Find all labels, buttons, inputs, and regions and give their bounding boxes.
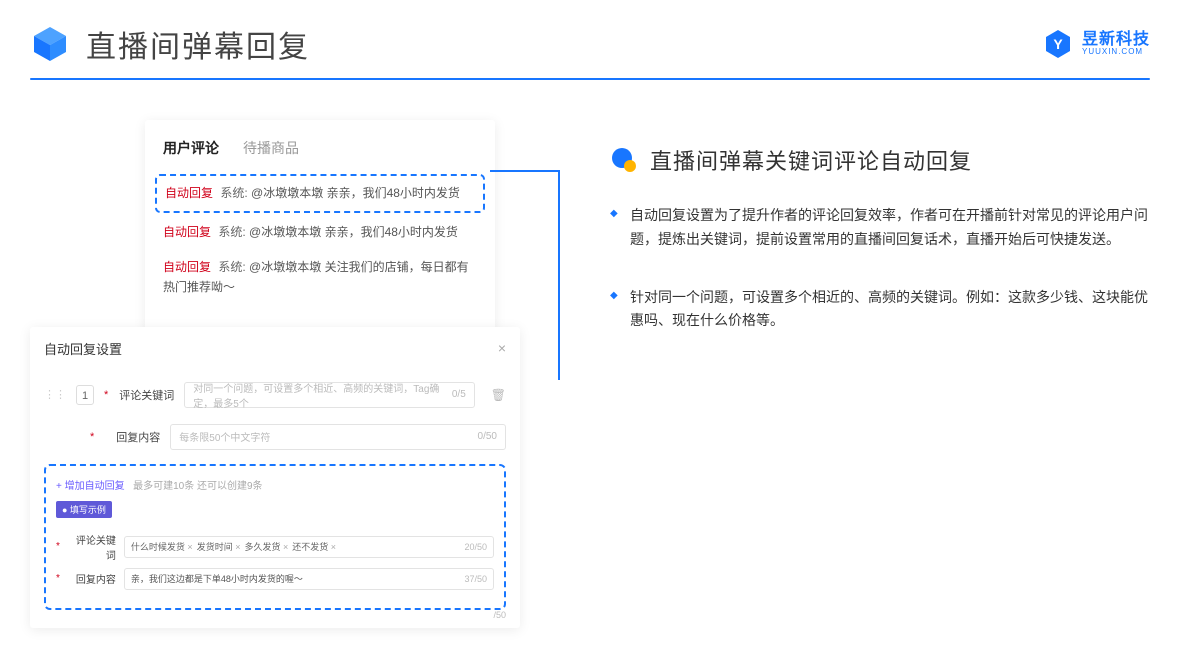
comment-text: @冰墩墩本墩 亲亲，我们48小时内发货 [249, 225, 458, 239]
required-dot: * [56, 573, 60, 584]
delete-icon[interactable]: 🗑 [491, 388, 506, 402]
comment-row: 自动回复 系统: @冰墩墩本墩 关注我们的店铺，每日都有热门推荐呦～ [159, 250, 481, 304]
comment-row: 自动回复 系统: @冰墩墩本墩 亲亲，我们48小时内发货 [159, 215, 481, 250]
keyword-label: 评论关键词 [118, 387, 174, 403]
add-reply-link[interactable]: + 增加自动回复 [56, 477, 125, 492]
system-tag: 系统: [218, 225, 245, 239]
brand-logo-icon: Y [1042, 28, 1074, 60]
header-left: 直播间弹幕回复 [30, 22, 310, 66]
keyword-placeholder: 对同一个问题，可设置多个相近、高频的关键词，Tag确定，最多5个 [193, 380, 452, 410]
example-kw-input[interactable]: 什么时候发货 发货时间 多久发货 还不发货 20/50 [124, 536, 494, 558]
system-tag: 系统: [218, 260, 245, 274]
chips: 什么时候发货 发货时间 多久发货 还不发货 [131, 540, 336, 553]
settings-title-row: 自动回复设置 × [44, 339, 506, 366]
row-number: 1 [76, 385, 94, 405]
bullet-item: 针对同一个问题，可设置多个相近的、高频的关键词。例如：这款多少钱、这块能优惠吗、… [610, 286, 1150, 334]
auto-reply-tag: 自动回复 [165, 186, 213, 200]
brand: Y 昱新科技 YUUXIN.COM [1042, 28, 1150, 60]
content-placeholder: 每条限50个中文字符 [179, 429, 270, 444]
settings-title: 自动回复设置 [44, 339, 122, 358]
settings-card: 自动回复设置 × ⋮⋮ 1 * 评论关键词 对同一个问题，可设置多个相近、高频的… [30, 327, 520, 628]
bullet-list: 自动回复设置为了提升作者的评论回复效率，作者可在开播前针对常见的评论用户问题，提… [610, 204, 1150, 333]
required-dot: * [90, 431, 94, 443]
example-content-count: 37/50 [464, 574, 487, 584]
keyword-count: 0/5 [452, 389, 466, 400]
chip[interactable]: 发货时间 [197, 540, 241, 553]
required-dot: * [56, 541, 60, 552]
keyword-row: ⋮⋮ 1 * 评论关键词 对同一个问题，可设置多个相近、高频的关键词，Tag确定… [44, 382, 506, 408]
tab-pending-goods[interactable]: 待播商品 [243, 138, 299, 158]
example-content-value: 亲，我们这边都是下单48小时内发货的喔～ [131, 572, 303, 585]
chip[interactable]: 还不发货 [292, 540, 336, 553]
example-content-label: 回复内容 [68, 571, 116, 586]
comment-list: 自动回复 系统: @冰墩墩本墩 亲亲，我们48小时内发货 自动回复 系统: @冰… [159, 174, 481, 305]
chip[interactable]: 多久发货 [244, 540, 288, 553]
comment-row-highlighted: 自动回复 系统: @冰墩墩本墩 亲亲，我们48小时内发货 [155, 174, 485, 213]
close-icon[interactable]: × [498, 340, 506, 356]
example-kw-label: 评论关键词 [68, 532, 116, 562]
content-label: 回复内容 [104, 429, 160, 445]
drag-handle-icon[interactable]: ⋮⋮ [44, 388, 66, 401]
chat-bubble-icon [610, 146, 638, 174]
example-content-row: * 回复内容 亲，我们这边都是下单48小时内发货的喔～ 37/50 [56, 568, 494, 590]
tab-user-comments[interactable]: 用户评论 [163, 138, 219, 158]
right-heading: 直播间弹幕关键词评论自动回复 [610, 144, 1150, 176]
example-box: + 增加自动回复 最多可建10条 还可以创建9条 ● 填写示例 * 评论关键词 … [44, 464, 506, 610]
comment-text: @冰墩墩本墩 亲亲，我们48小时内发货 [251, 186, 460, 200]
tabs: 用户评论 待播商品 [159, 134, 481, 168]
extra-count: /50 [493, 610, 506, 620]
example-kw-count: 20/50 [464, 542, 487, 552]
page-title: 直播间弹幕回复 [86, 22, 310, 66]
content-input[interactable]: 每条限50个中文字符 0/50 [170, 424, 506, 450]
cube-logo-icon [30, 24, 70, 64]
left-column: 用户评论 待播商品 自动回复 系统: @冰墩墩本墩 亲亲，我们48小时内发货 自… [30, 120, 570, 628]
chip[interactable]: 什么时候发货 [131, 540, 193, 553]
keyword-input[interactable]: 对同一个问题，可设置多个相近、高频的关键词，Tag确定，最多5个 0/5 [184, 382, 474, 408]
example-content-input[interactable]: 亲，我们这边都是下单48小时内发货的喔～ 37/50 [124, 568, 494, 590]
content-row: * 回复内容 每条限50个中文字符 0/50 [90, 424, 506, 450]
brand-name: 昱新科技 [1082, 32, 1150, 48]
content-count: 0/50 [478, 431, 497, 442]
add-reply-note: 最多可建10条 还可以创建9条 [133, 481, 262, 492]
system-tag: 系统: [220, 186, 247, 200]
auto-reply-tag: 自动回复 [163, 260, 211, 274]
right-title: 直播间弹幕关键词评论自动回复 [650, 144, 972, 176]
svg-text:Y: Y [1053, 36, 1063, 52]
example-keyword-row: * 评论关键词 什么时候发货 发货时间 多久发货 还不发货 20/50 [56, 532, 494, 562]
comment-card: 用户评论 待播商品 自动回复 系统: @冰墩墩本墩 亲亲，我们48小时内发货 自… [145, 120, 495, 335]
bullet-item: 自动回复设置为了提升作者的评论回复效率，作者可在开播前针对常见的评论用户问题，提… [610, 204, 1150, 252]
required-dot: * [104, 389, 108, 401]
page-header: 直播间弹幕回复 Y 昱新科技 YUUXIN.COM [0, 0, 1180, 78]
right-column: 直播间弹幕关键词评论自动回复 自动回复设置为了提升作者的评论回复效率，作者可在开… [610, 120, 1150, 628]
brand-sub: YUUXIN.COM [1082, 48, 1150, 56]
auto-reply-tag: 自动回复 [163, 225, 211, 239]
example-tag: ● 填写示例 [56, 501, 112, 518]
